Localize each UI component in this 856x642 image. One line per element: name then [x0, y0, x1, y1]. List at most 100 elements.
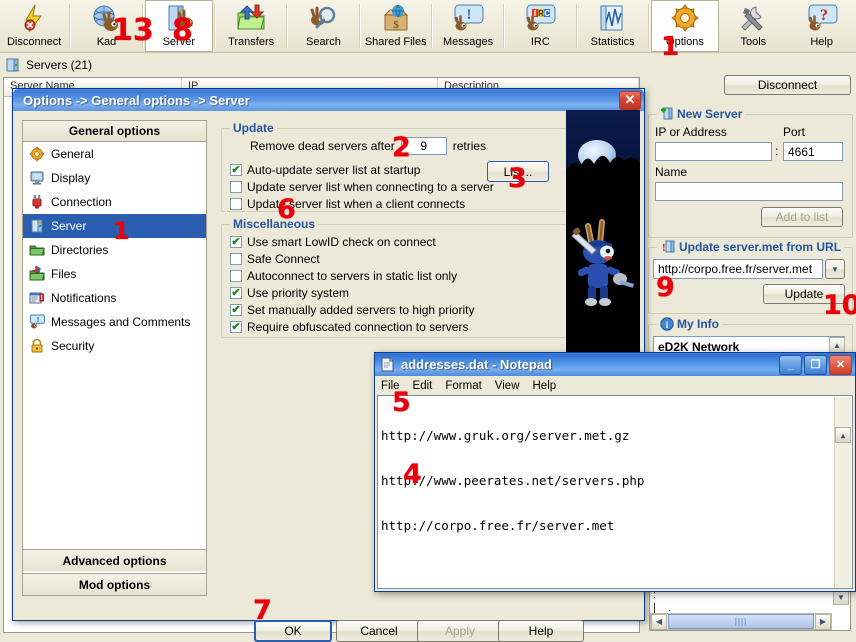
update-on-client-connect-checkbox[interactable]: [230, 198, 242, 210]
advanced-options-button[interactable]: Advanced options: [23, 549, 206, 571]
menu-help[interactable]: Help: [533, 380, 557, 392]
checkbox-row-manual-high-priority[interactable]: Set manually added servers to high prior…: [230, 302, 474, 318]
statistics-icon: [596, 3, 630, 35]
sidebar-item-display[interactable]: Display: [23, 166, 206, 190]
toolbar-separator: [503, 4, 506, 48]
toolbar-label: Tools: [740, 36, 767, 48]
info-icon: i: [660, 317, 674, 331]
toolbar-button-statistics[interactable]: Statistics: [579, 0, 647, 52]
toolbar-button-tools[interactable]: Tools: [719, 0, 787, 52]
auto-update-checkbox[interactable]: [230, 164, 242, 176]
scroll-left-button[interactable]: ◀: [651, 613, 667, 630]
shared-files-icon: $: [379, 3, 413, 35]
group-title-text: My Info: [677, 317, 719, 331]
directories-folder-icon: [29, 242, 45, 258]
sidebar-item-security[interactable]: Security: [23, 334, 206, 358]
obfuscated-connection-checkbox[interactable]: [230, 321, 242, 333]
sidebar-item-connection[interactable]: Connection: [23, 190, 206, 214]
add-to-list-button[interactable]: Add to list: [761, 207, 843, 227]
my-info-scroll-up-button[interactable]: ▲: [829, 337, 845, 353]
server-name-label: Name: [655, 165, 688, 179]
update-url-input[interactable]: http://corpo.free.fr/server.met: [653, 259, 823, 279]
manual-high-priority-checkbox[interactable]: [230, 304, 242, 316]
maximize-icon[interactable]: ❐: [804, 354, 827, 375]
server-icon: [5, 57, 21, 73]
cancel-button[interactable]: Cancel: [336, 620, 422, 642]
sidebar-item-label: Display: [51, 171, 91, 185]
checkbox-row-obfuscated-connection[interactable]: Require obfuscated connection to servers: [230, 319, 474, 335]
notepad-titlebar[interactable]: addresses.dat - Notepad _ ❐ ✕: [375, 353, 855, 376]
server-name-input[interactable]: [655, 182, 843, 201]
svg-text:!: !: [467, 7, 472, 23]
autoconnect-static-checkbox[interactable]: [230, 270, 242, 282]
disconnect-button[interactable]: Disconnect: [724, 75, 851, 95]
miscellaneous-group: Miscellaneous Use smart LowID check on c…: [221, 217, 568, 338]
toolbar-button-messages[interactable]: ! Messages: [434, 0, 502, 52]
toolbar-button-search[interactable]: Search: [289, 0, 357, 52]
update-on-connect-checkbox[interactable]: [230, 181, 242, 193]
emule-artwork: [566, 110, 640, 357]
checkbox-label: Auto-update server list at startup: [247, 163, 421, 177]
close-icon[interactable]: ✕: [619, 90, 641, 110]
display-monitor-icon: [29, 170, 45, 186]
sidebar-item-label: General: [51, 147, 94, 161]
port-input[interactable]: 4661: [783, 142, 843, 161]
close-icon[interactable]: ✕: [829, 354, 852, 375]
sidebar-item-label: Security: [51, 339, 95, 353]
sidebar-item-label: Connection: [51, 195, 112, 209]
sidebar-item-general[interactable]: General: [23, 142, 206, 166]
toolbar-button-help[interactable]: ? Help: [788, 0, 856, 52]
miscellaneous-group-title: Miscellaneous: [230, 217, 319, 231]
sidebar-item-label: Directories: [51, 243, 109, 257]
scroll-right-button[interactable]: ▶: [815, 613, 831, 630]
annotation-6: 6: [277, 194, 296, 225]
menu-format[interactable]: Format: [445, 380, 481, 392]
sidebar-item-messages-and-comments[interactable]: ! Messages and Comments: [23, 310, 206, 334]
horizontal-scrollbar[interactable]: ◀ |||| ▶: [650, 613, 832, 630]
smart-lowid-checkbox[interactable]: [230, 236, 242, 248]
notepad-line: http://corpo.free.fr/server.met: [381, 518, 615, 533]
update-url-dropdown-button[interactable]: ▼: [825, 259, 845, 279]
svg-text:C: C: [544, 9, 550, 18]
options-nav-list: General options General Display Connecti…: [22, 120, 207, 596]
safe-connect-checkbox[interactable]: [230, 253, 242, 265]
notepad-text-area[interactable]: http://www.gruk.org/server.met.gz http:/…: [377, 395, 853, 589]
sidebar-item-files[interactable]: Files: [23, 262, 206, 286]
group-title-text: New Server: [677, 107, 743, 121]
apply-button[interactable]: Apply: [417, 620, 503, 642]
menu-edit[interactable]: Edit: [413, 380, 433, 392]
checkbox-row-update-on-client-connect[interactable]: Update server list when a client connect…: [230, 196, 494, 212]
add-server-icon: [660, 107, 674, 121]
files-icon: [29, 266, 45, 282]
toolbar-button-disconnect[interactable]: Disconnect: [0, 0, 68, 52]
server-icon: [29, 218, 45, 234]
checkbox-row-smart-lowid[interactable]: Use smart LowID check on connect: [230, 234, 474, 250]
scroll-up-button[interactable]: ▲: [835, 427, 851, 443]
annotation-7: 7: [253, 595, 272, 626]
menu-view[interactable]: View: [495, 380, 520, 392]
help-button[interactable]: Help: [498, 620, 584, 642]
notepad-vertical-scrollbar[interactable]: ▲: [834, 397, 851, 588]
annotation-13: 13: [112, 13, 154, 48]
options-dialog-titlebar[interactable]: Options -> General options -> Server ✕: [13, 89, 644, 111]
toolbar-button-transfers[interactable]: Transfers: [217, 0, 285, 52]
remove-dead-servers-label: Remove dead servers after: [250, 139, 395, 153]
help-icon: ?: [805, 3, 839, 35]
checkbox-row-priority-system[interactable]: Use priority system: [230, 285, 474, 301]
checkbox-row-update-on-connect[interactable]: Update server list when connecting to a …: [230, 179, 494, 195]
checkbox-row-safe-connect[interactable]: Safe Connect: [230, 251, 474, 267]
minimize-icon[interactable]: _: [779, 354, 802, 375]
mod-options-button[interactable]: Mod options: [23, 573, 206, 595]
checkbox-row-auto-update[interactable]: Auto-update server list at startup: [230, 162, 494, 178]
ip-address-input[interactable]: [655, 142, 772, 161]
priority-system-checkbox[interactable]: [230, 287, 242, 299]
retries-label: retries: [452, 139, 487, 153]
sidebar-item-notifications[interactable]: ! Notifications: [23, 286, 206, 310]
toolbar-button-irc[interactable]: I R C IRC: [506, 0, 574, 52]
toolbar-button-shared-files[interactable]: $ Shared Files: [362, 0, 430, 52]
messages-icon: !: [451, 3, 485, 35]
scrollbar-thumb[interactable]: ||||: [668, 614, 814, 629]
svg-text:!: !: [37, 317, 39, 324]
checkbox-row-autoconnect-static[interactable]: Autoconnect to servers in static list on…: [230, 268, 474, 284]
toolbar-separator: [647, 4, 650, 48]
